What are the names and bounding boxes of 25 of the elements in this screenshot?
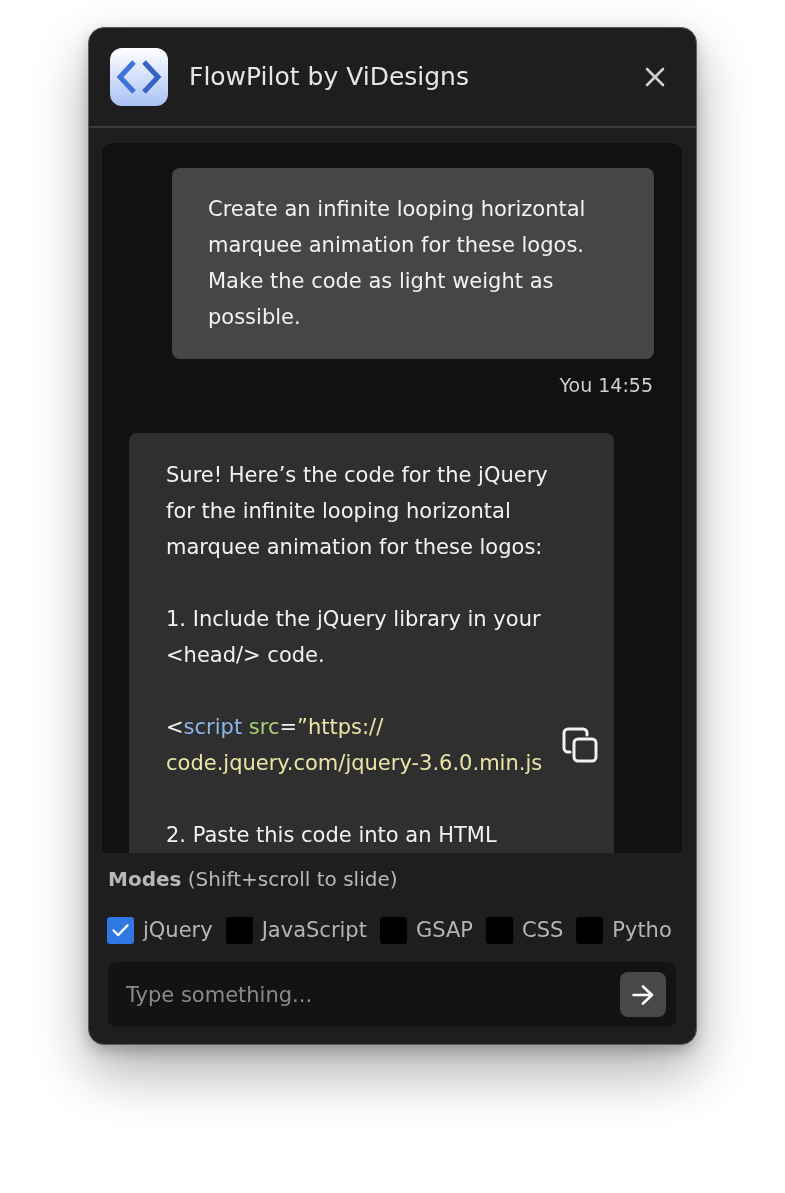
close-icon[interactable]	[645, 67, 665, 87]
send-button[interactable]	[620, 972, 666, 1017]
message-text: 2. Paste this code into an HTML	[166, 822, 498, 849]
message-text: Sure! Here’s the code for the jQuery for the infinite looping horizontal marquee animation for these logos:	[166, 462, 549, 561]
message-text: 1. Include the jQuery library in your <head/> code.	[166, 606, 542, 669]
message-text: Create an infinite looping horizontal marquee animation for these logos. Make the code as light weight as possible.	[208, 196, 587, 331]
code-snippet: <script src=”https:// code.jquery.com/jquery-3.6.0.min.js	[166, 714, 544, 777]
checkbox[interactable]	[485, 916, 513, 944]
checkmark-icon	[112, 923, 129, 937]
window-title: FlowPilot by ViDesigns	[189, 61, 469, 93]
checkbox[interactable]	[107, 916, 134, 944]
checkbox[interactable]	[379, 916, 407, 944]
message-input[interactable]: Type something...	[108, 962, 676, 1027]
copy-icon[interactable]	[561, 726, 599, 764]
option-label[interactable]: JavaScript	[261, 915, 367, 945]
option-label[interactable]: jQuery	[143, 915, 213, 945]
arrow-icon	[632, 984, 654, 1005]
modes-label: Modes (Shift+scroll to slide)	[108, 867, 398, 891]
checkbox[interactable]	[225, 916, 253, 944]
checkbox[interactable]	[576, 916, 604, 944]
option-label[interactable]: GSAP	[415, 915, 473, 945]
option-label[interactable]: Pytho	[612, 915, 672, 945]
option-label[interactable]: CSS	[521, 915, 564, 945]
code-brackets-icon	[110, 48, 168, 106]
message-meta: You 14:55	[559, 373, 653, 397]
